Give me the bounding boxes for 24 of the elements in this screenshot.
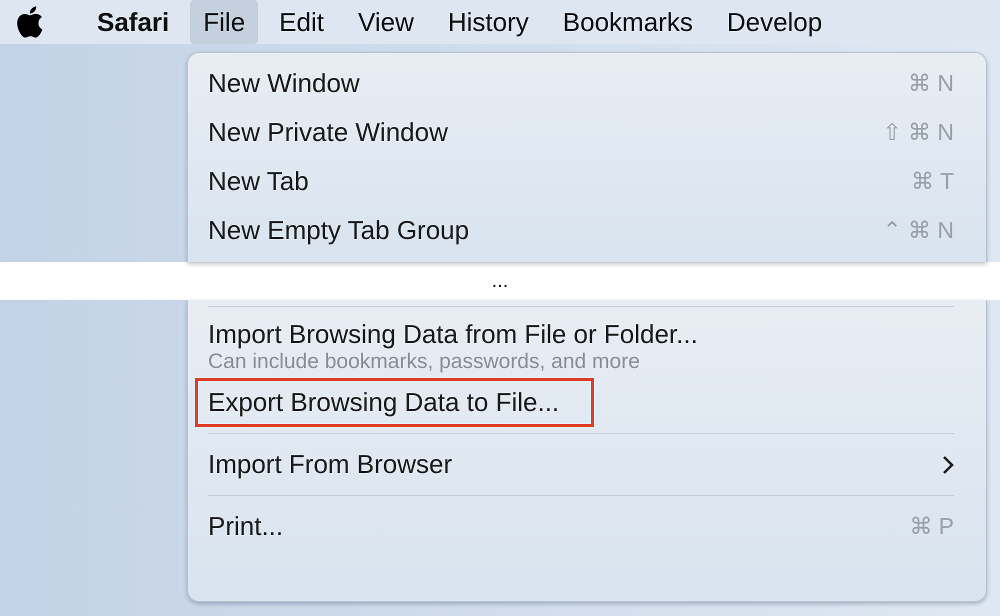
menu-item[interactable]: New Window [208,68,360,99]
chevron-right-icon [942,454,954,474]
menu-bar-item[interactable]: History [434,0,542,44]
menu-bar-item[interactable]: Develop [714,0,836,44]
keyboard-shortcut: ⌘ T [910,168,954,195]
menu-item[interactable]: New Empty Tab Group [208,215,470,246]
menu-item[interactable]: Import From Browser [208,449,452,480]
menu-bar-item[interactable]: File [190,0,258,44]
keyboard-shortcut: ⌘ N [908,70,954,97]
menu-item[interactable]: Import Browsing Data from File or Folder... [208,319,954,350]
app-menu[interactable]: Safari [84,0,182,44]
keyboard-shortcut: ⌃ ⌘ N [882,217,954,244]
ellipsis: ... [492,270,508,292]
menu-item-description: Can include bookmarks, passwords, and more [208,350,641,374]
menu-item[interactable]: Print... [208,511,284,542]
menu-bar-item[interactable]: Bookmarks [550,0,706,44]
keyboard-shortcut: ⌘ P [909,513,954,540]
menu-item[interactable]: New Private Window [208,117,448,148]
menu-item[interactable]: New Tab [208,166,309,197]
menu-bar-item[interactable]: Edit [266,0,337,44]
menu-bar-item[interactable]: View [344,0,427,44]
keyboard-shortcut: ⇧ ⌘ N [882,119,954,146]
highlighted-menu-item[interactable]: Export Browsing Data to File... [198,381,592,424]
apple-logo-icon[interactable] [14,5,44,39]
